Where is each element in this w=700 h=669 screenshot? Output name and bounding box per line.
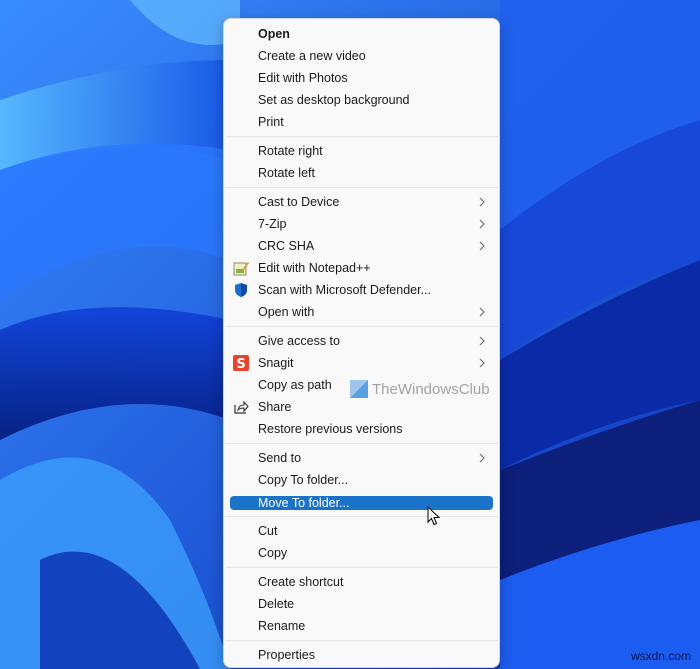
menu-item-send-to[interactable]: Send to [230,448,493,468]
menu-item-label: Share [258,400,292,414]
menu-item-7-zip[interactable]: 7-Zip [230,214,493,234]
context-menu: Open Create a new video Edit with Photos Se… [223,18,500,668]
site-watermark: wsxdn.com [630,649,691,663]
menu-separator [225,187,498,188]
menu-separator [225,136,498,137]
menu-item-open[interactable]: Open [230,24,493,44]
menu-item-restore-previous-versions[interactable]: Restore previous versions [230,419,493,439]
chevron-right-icon [477,356,487,370]
menu-item-rename[interactable]: Rename [230,616,493,636]
menu-item-label: Edit with Notepad++ [258,261,371,275]
menu-item-set-as-desktop-background[interactable]: Set as desktop background [230,90,493,110]
menu-item-copy-to-folder[interactable]: Copy To folder... [230,470,493,490]
menu-item-label: Create a new video [258,49,366,63]
menu-item-label: Snagit [258,356,294,370]
menu-item-rotate-left[interactable]: Rotate left [230,163,493,183]
svg-text:S: S [236,357,245,371]
notepad-plus-plus-icon [233,260,249,276]
menu-item-label: Restore previous versions [258,422,403,436]
menu-item-label: Cast to Device [258,195,340,209]
brand-watermark: TheWindowsClub [350,378,490,400]
menu-item-open-with[interactable]: Open with [230,302,493,322]
menu-item-give-access-to[interactable]: Give access to [230,331,493,351]
menu-item-label: CRC SHA [258,239,315,253]
menu-item-label: Edit with Photos [258,71,348,85]
chevron-right-icon [477,239,487,253]
menu-item-scan-with-microsoft-defender[interactable]: Scan with Microsoft Defender... [230,280,493,300]
chevron-right-icon [477,305,487,319]
menu-item-label: Open with [258,305,315,319]
menu-separator [225,516,498,517]
menu-item-label: Create shortcut [258,575,344,589]
menu-item-label: Give access to [258,334,340,348]
menu-item-label: Open [258,27,290,41]
menu-item-label: Copy as path [258,378,332,392]
menu-item-label: Rename [258,619,306,633]
menu-item-snagit[interactable]: S Snagit [230,353,493,373]
menu-item-copy[interactable]: Copy [230,543,493,563]
menu-item-create-shortcut[interactable]: Create shortcut [230,572,493,592]
brand-watermark-text: TheWindowsClub [372,380,490,398]
menu-item-label: Copy To folder... [258,473,349,487]
mouse-cursor-icon [427,506,441,526]
menu-item-cut[interactable]: Cut [230,521,493,541]
menu-item-label: Print [258,115,284,129]
menu-item-label: Properties [258,648,315,662]
menu-item-create-a-new-video[interactable]: Create a new video [230,46,493,66]
menu-item-cast-to-device[interactable]: Cast to Device [230,192,493,212]
menu-item-properties[interactable]: Properties [230,645,493,665]
windowsclub-logo-icon [350,380,368,398]
menu-item-edit-with-photos[interactable]: Edit with Photos [230,68,493,88]
chevron-right-icon [477,451,487,465]
menu-item-edit-with-notepad[interactable]: Edit with Notepad++ [230,258,493,278]
share-icon [233,399,249,415]
chevron-right-icon [477,195,487,209]
menu-separator [225,640,498,641]
menu-item-share[interactable]: Share [230,397,493,417]
defender-shield-icon [233,282,249,298]
menu-separator [225,326,498,327]
snagit-icon: S [233,355,249,372]
menu-separator [225,567,498,568]
menu-item-label: Set as desktop background [258,93,410,107]
menu-item-label: 7-Zip [258,217,287,231]
menu-item-label: Move To folder... [258,496,350,510]
menu-item-crc-sha[interactable]: CRC SHA [230,236,493,256]
menu-item-print[interactable]: Print [230,112,493,132]
chevron-right-icon [477,334,487,348]
menu-item-move-to-folder[interactable]: Move To folder... [230,496,493,510]
menu-separator [225,443,498,444]
menu-item-label: Cut [258,524,278,538]
menu-item-label: Rotate right [258,144,323,158]
menu-item-label: Scan with Microsoft Defender... [258,283,431,297]
menu-item-label: Rotate left [258,166,315,180]
menu-item-label: Copy [258,546,288,560]
menu-item-rotate-right[interactable]: Rotate right [230,141,493,161]
menu-item-label: Delete [258,597,295,611]
chevron-right-icon [477,217,487,231]
menu-item-label: Send to [258,451,302,465]
menu-item-delete[interactable]: Delete [230,594,493,614]
